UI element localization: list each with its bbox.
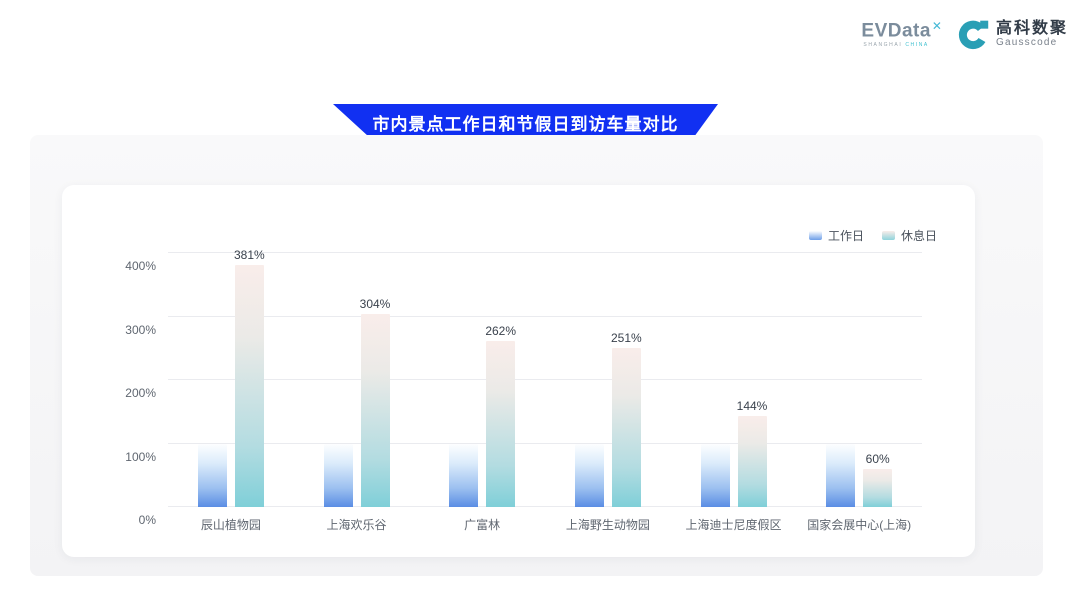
category-column: 251%上海野生动物园 — [545, 253, 671, 507]
chart-legend: 工作日 休息日 — [809, 227, 937, 244]
legend-item-工作日[interactable]: 工作日 — [809, 227, 864, 244]
evdata-tagline-right: CHINA — [905, 42, 929, 48]
bar-value-label: 251% — [611, 331, 642, 345]
x-axis-tick-label: 上海迪士尼度假区 — [686, 516, 782, 533]
bar-restday[interactable]: 381% — [235, 265, 264, 507]
x-axis-tick-label: 辰山植物园 — [201, 516, 261, 533]
y-axis-tick-label: 300% — [96, 323, 156, 337]
bar-value-label: 262% — [485, 324, 516, 338]
evdata-tagline-left: SHANGHAI — [863, 42, 902, 48]
evdata-wordmark: EVData✕ — [861, 20, 942, 40]
category-column: 262%广富林 — [419, 253, 545, 507]
legend-label: 休息日 — [901, 227, 937, 244]
y-axis-tick-label: 400% — [96, 259, 156, 273]
evdata-brand-text: EVData — [861, 20, 931, 41]
page-title: 市内景点工作日和节假日到访车量对比 — [373, 110, 679, 135]
bar-value-label: 60% — [866, 452, 890, 466]
evdata-tagline: SHANGHAI CHINA — [863, 43, 942, 48]
bar-restday[interactable]: 144% — [738, 416, 767, 507]
y-axis-tick-label: 0% — [96, 513, 156, 527]
category-column: 304%上海欢乐谷 — [294, 253, 420, 507]
bar-restday[interactable]: 251% — [612, 348, 641, 507]
gausscode-name-en: Gausscode — [996, 37, 1068, 48]
bar-workday[interactable] — [198, 444, 227, 508]
bar-restday[interactable]: 60% — [863, 469, 892, 507]
bar-value-label: 144% — [737, 399, 768, 413]
bar-workday[interactable] — [575, 444, 604, 508]
legend-item-休息日[interactable]: 休息日 — [882, 227, 937, 244]
x-axis-tick-label: 上海野生动物园 — [566, 516, 650, 533]
bar-value-label: 304% — [360, 297, 391, 311]
gausscode-g-icon — [958, 18, 990, 50]
x-axis-tick-label: 上海欢乐谷 — [326, 516, 386, 533]
x-axis-tick-label: 国家会展中心(上海) — [807, 516, 911, 533]
legend-swatch-icon — [882, 231, 895, 240]
legend-swatch-icon — [809, 231, 822, 240]
gausscode-name-cn: 高科数聚 — [996, 20, 1068, 38]
gausscode-logo: 高科数聚 Gausscode — [958, 18, 1068, 50]
header-logos: EVData✕ SHANGHAI CHINA 高科数聚 Gausscode — [861, 18, 1068, 50]
bar-workday[interactable] — [826, 444, 855, 508]
bar-restday[interactable]: 262% — [486, 341, 515, 507]
bar-workday[interactable] — [324, 444, 353, 508]
bar-columns: 381%辰山植物园304%上海欢乐谷262%广富林251%上海野生动物园144%… — [168, 253, 922, 507]
bar-workday[interactable] — [449, 444, 478, 508]
category-column: 381%辰山植物园 — [168, 253, 294, 507]
category-column: 144%上海迪士尼度假区 — [671, 253, 797, 507]
x-axis-tick-label: 广富林 — [464, 516, 500, 533]
content-panel: 工作日休息日 0%100%200%300%400%381%辰山植物园304%上海… — [30, 135, 1043, 576]
chart-card: 工作日休息日 0%100%200%300%400%381%辰山植物园304%上海… — [62, 185, 975, 557]
bar-value-label: 381% — [234, 248, 265, 262]
legend-label: 工作日 — [828, 227, 864, 244]
evdata-logo: EVData✕ SHANGHAI CHINA — [861, 20, 942, 48]
bar-workday[interactable] — [701, 444, 730, 508]
bar-chart: 0%100%200%300%400%381%辰山植物园304%上海欢乐谷262%… — [168, 253, 922, 507]
y-axis-tick-label: 200% — [96, 386, 156, 400]
evdata-x-icon: ✕ — [932, 19, 942, 33]
y-axis-tick-label: 100% — [96, 450, 156, 464]
bar-restday[interactable]: 304% — [361, 314, 390, 507]
category-column: 60%国家会展中心(上海) — [796, 253, 922, 507]
